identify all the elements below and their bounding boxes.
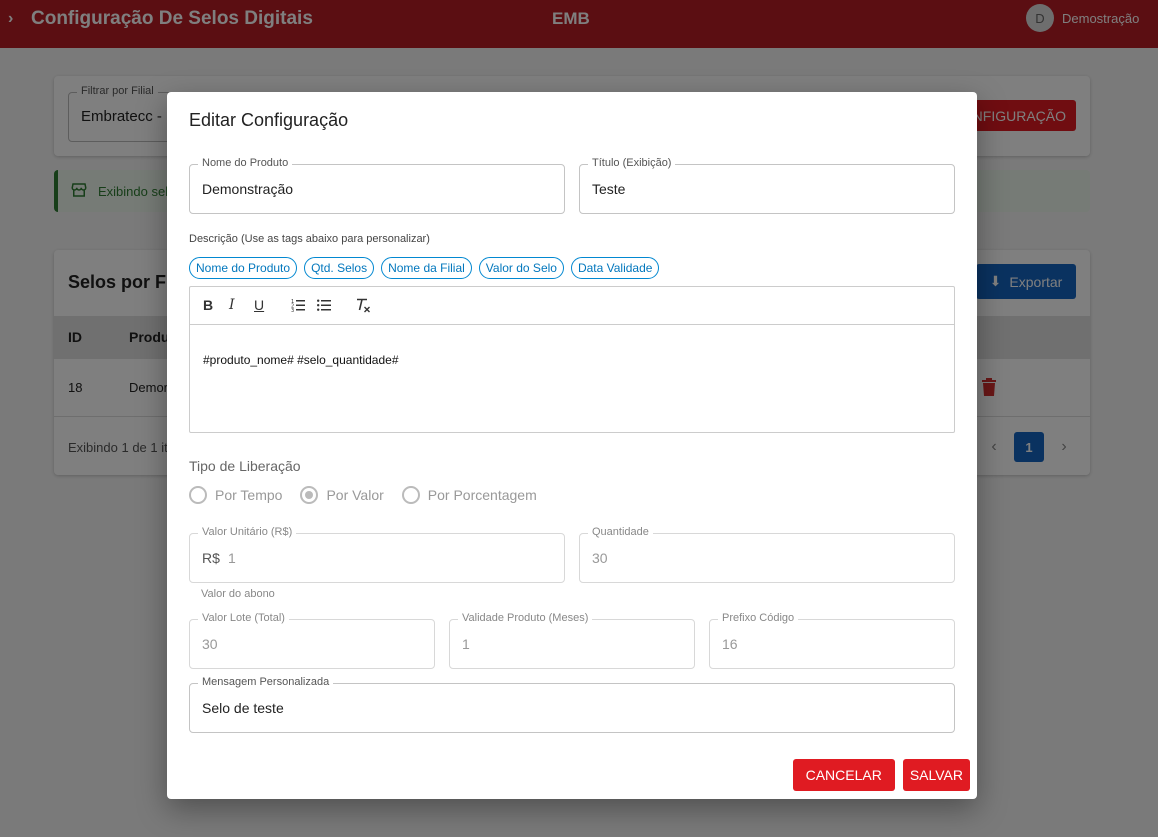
radio-circle bbox=[401, 486, 420, 504]
display-title-label: Título (Exibição) bbox=[588, 157, 676, 169]
cancel-button[interactable]: CANCELAR bbox=[792, 759, 895, 791]
radio-label: Por Valor bbox=[326, 487, 384, 503]
tag-chip-seal-qty[interactable]: Qtd. Selos bbox=[304, 257, 375, 279]
unit-value-value: 1 bbox=[228, 550, 236, 566]
ordered-list-icon[interactable]: 123 bbox=[291, 298, 305, 312]
custom-message-value: Selo de teste bbox=[202, 700, 284, 716]
dialog-title: Editar Configuração bbox=[189, 110, 349, 130]
product-validity-label: Validade Produto (Meses) bbox=[458, 612, 593, 624]
product-name-label: Nome do Produto bbox=[198, 157, 293, 169]
tag-chip-expiry-date[interactable]: Data Validade bbox=[570, 257, 660, 279]
unit-value-label: Valor Unitário (R$) bbox=[198, 526, 297, 538]
quantity-field[interactable]: Quantidade 30 bbox=[579, 526, 955, 583]
tag-chip-branch-name[interactable]: Nome da Filial bbox=[381, 257, 472, 279]
batch-value-label: Valor Lote (Total) bbox=[198, 612, 289, 624]
quantity-value: 30 bbox=[592, 550, 608, 566]
product-validity-field[interactable]: Validade Produto (Meses) 1 bbox=[449, 612, 695, 669]
description-label: Descrição (Use as tags abaixo para perso… bbox=[189, 233, 430, 245]
custom-message-label: Mensagem Personalizada bbox=[198, 676, 334, 688]
radio-circle bbox=[189, 486, 207, 504]
tag-chip-seal-value[interactable]: Valor do Selo bbox=[478, 257, 564, 279]
radio-por-porcentagem[interactable]: Por Porcentagem bbox=[401, 486, 537, 504]
display-title-field[interactable]: Título (Exibição) Teste bbox=[579, 157, 955, 214]
currency-prefix: R$ bbox=[202, 550, 220, 566]
product-validity-value: 1 bbox=[462, 636, 470, 652]
description-editor: B I U 123 #produto_nome# #selo_quantidad… bbox=[189, 286, 955, 433]
svg-text:3: 3 bbox=[291, 308, 294, 312]
quantity-label: Quantidade bbox=[588, 526, 653, 538]
tag-chips: Nome do Produto Qtd. Selos Nome da Filia… bbox=[189, 257, 660, 279]
code-prefix-label: Prefixo Código bbox=[718, 612, 799, 624]
unit-value-helper-text: Valor do abono bbox=[201, 588, 275, 600]
tag-chip-product-name[interactable]: Nome do Produto bbox=[189, 257, 298, 279]
dialog-actions: CANCELAR SALVAR bbox=[792, 759, 970, 791]
radio-por-tempo[interactable]: Por Tempo bbox=[189, 486, 282, 504]
edit-configuration-dialog: Editar Configuração Nome do Produto Demo… bbox=[167, 92, 977, 799]
bold-icon[interactable]: B bbox=[203, 297, 213, 313]
code-prefix-value: 16 bbox=[722, 636, 738, 652]
release-type-label: Tipo de Liberação bbox=[189, 458, 301, 474]
clear-format-icon[interactable] bbox=[356, 298, 371, 313]
radio-por-valor[interactable]: Por Valor bbox=[300, 486, 384, 504]
custom-message-field[interactable]: Mensagem Personalizada Selo de teste bbox=[189, 676, 955, 733]
radio-label: Por Tempo bbox=[215, 487, 283, 503]
release-type-radio-group: Por Tempo Por Valor Por Porcentagem bbox=[189, 486, 537, 504]
product-name-field[interactable]: Nome do Produto Demonstração bbox=[189, 157, 565, 214]
unit-value-field[interactable]: Valor Unitário (R$) R$ 1 bbox=[189, 526, 565, 583]
code-prefix-field[interactable]: Prefixo Código 16 bbox=[709, 612, 955, 669]
radio-circle-selected bbox=[300, 486, 319, 504]
radio-label: Por Porcentagem bbox=[427, 487, 537, 503]
save-button[interactable]: SALVAR bbox=[902, 759, 970, 791]
product-name-value: Demonstração bbox=[202, 181, 294, 197]
editor-toolbar: B I U 123 bbox=[190, 287, 954, 325]
display-title-value: Teste bbox=[592, 181, 626, 197]
underline-icon[interactable]: U bbox=[254, 297, 264, 313]
batch-value-value: 30 bbox=[202, 636, 218, 652]
bullet-list-icon[interactable] bbox=[317, 298, 331, 312]
batch-value-field[interactable]: Valor Lote (Total) 30 bbox=[189, 612, 435, 669]
italic-icon[interactable]: I bbox=[229, 297, 235, 313]
editor-content[interactable]: #produto_nome# #selo_quantidade# bbox=[203, 353, 399, 367]
